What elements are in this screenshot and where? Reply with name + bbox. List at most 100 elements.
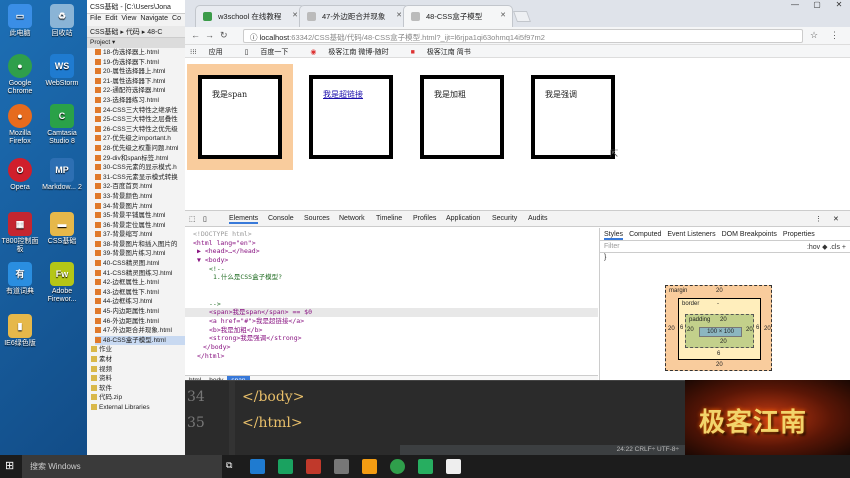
menu-navigate[interactable]: Navigate: [140, 15, 168, 22]
desktop-icon-fireworks[interactable]: Fw Adobe Firewor...: [42, 262, 82, 304]
code-editor[interactable]: 34 </body> 35 </html>: [185, 380, 685, 456]
code-line[interactable]: </html>: [242, 415, 303, 431]
windows-start-icon[interactable]: ⊞: [5, 460, 17, 472]
dom-line-selected[interactable]: <span>我是span</span> == $0: [185, 308, 598, 317]
project-file-item[interactable]: 19-伪选择器下.html: [95, 58, 186, 68]
project-file-item[interactable]: 20-属性选择器上.html: [95, 67, 186, 77]
project-file-item[interactable]: 37-背景缩写.html: [95, 230, 186, 240]
menu-view[interactable]: View: [121, 15, 136, 22]
edge-icon[interactable]: [250, 459, 265, 474]
tab-timeline[interactable]: Timeline: [376, 215, 402, 222]
project-panel-header[interactable]: Project ▾: [87, 38, 186, 48]
project-file-item[interactable]: 39-背景图片练习.html: [95, 249, 186, 259]
tab-styles[interactable]: Styles: [604, 231, 624, 240]
chrome-taskbar-icon[interactable]: [390, 459, 405, 474]
desktop-icon-ie6[interactable]: ▮ IE6绿色版: [0, 314, 40, 348]
close-tab-icon[interactable]: ✕: [500, 11, 506, 19]
project-folder-item[interactable]: 资料: [91, 374, 186, 384]
dom-line[interactable]: <b>我是加粗</b>: [185, 326, 598, 335]
tab-application[interactable]: Application: [446, 215, 480, 222]
dom-line[interactable]: 1.什么是CSS盒子模型?: [185, 273, 598, 282]
project-file-item[interactable]: 47-外边距合并现象.html: [95, 326, 186, 336]
project-file-item[interactable]: 26-CSS三大特性之优先级: [95, 125, 186, 135]
project-file-item[interactable]: 48-CSS盒子模型.html: [95, 335, 186, 346]
project-file-item[interactable]: 33-背景颜色.html: [95, 192, 186, 202]
dom-line[interactable]: </html>: [185, 352, 598, 361]
tab-network[interactable]: Network: [339, 215, 365, 222]
project-file-item[interactable]: 21-属性选择器下.html: [95, 77, 186, 87]
project-folder-item[interactable]: 素材: [91, 355, 186, 365]
tab-security[interactable]: Security: [492, 215, 517, 222]
bookmark-item[interactable]: ▯ 百度一下: [245, 49, 299, 56]
desktop-icon-chrome[interactable]: ● Google Chrome: [0, 54, 40, 96]
desktop-icon-recycle-bin[interactable]: ♻ 回收站: [42, 4, 82, 38]
dom-line[interactable]: ▶ <head>…</head>: [185, 247, 598, 256]
project-file-item[interactable]: 36-背景定位属性.html: [95, 221, 186, 231]
project-folder-item[interactable]: 作业: [91, 345, 186, 355]
project-file-item[interactable]: 38-背景图片和插入图片的: [95, 240, 186, 250]
devtools-menu-icon[interactable]: ⋮: [815, 215, 822, 223]
bookmark-item[interactable]: ◉ 极客江南 微博-随时: [310, 49, 398, 56]
apps-bookmark[interactable]: ⁝⁝⁝ 应用: [190, 49, 233, 56]
bookmark-item[interactable]: ■ 极客江南 简书: [411, 49, 481, 56]
maximize-icon[interactable]: ▢: [806, 0, 828, 9]
project-file-item[interactable]: 40-CSS精灵图.html: [95, 259, 186, 269]
forward-icon[interactable]: →: [205, 30, 214, 40]
photos-icon[interactable]: [334, 459, 349, 474]
desktop-icon-css-folder[interactable]: ▬ CSS基础: [42, 212, 82, 246]
project-file-item[interactable]: 43-边框属性下.html: [95, 288, 186, 298]
tab-elements[interactable]: Elements: [229, 215, 259, 224]
reload-icon[interactable]: ↻: [220, 30, 228, 41]
filter-toggles[interactable]: :hov ◆ .cls +: [807, 243, 846, 251]
tab-audits[interactable]: Audits: [528, 215, 547, 222]
breadcrumb-item[interactable]: 48-C: [147, 29, 162, 36]
menu-file[interactable]: File: [90, 15, 101, 22]
device-toggle-icon[interactable]: ▯: [203, 215, 207, 223]
app-icon[interactable]: [362, 459, 377, 474]
camtasia-recorder-icon[interactable]: [418, 459, 433, 474]
dom-line[interactable]: <html lang="en">: [185, 239, 598, 248]
project-folder-item[interactable]: 软件: [91, 384, 186, 394]
dom-line[interactable]: <!DOCTYPE html>: [185, 230, 598, 239]
browser-tab[interactable]: w3school 在线教程 ✕: [195, 5, 305, 27]
page-link[interactable]: 我是超链接: [323, 90, 363, 99]
tab-event-listeners[interactable]: Event Listeners: [667, 231, 715, 238]
dom-line[interactable]: ▼ <body>: [185, 256, 598, 265]
project-file-item[interactable]: 35-背景平铺属性.html: [95, 211, 186, 221]
bookmark-star-icon[interactable]: ☆: [810, 30, 818, 41]
dom-line[interactable]: <a href="#">我是超链接</a>: [185, 317, 598, 326]
desktop-icon-opera[interactable]: O Opera: [0, 158, 40, 192]
tab-console[interactable]: Console: [268, 215, 294, 222]
tab-sources[interactable]: Sources: [304, 215, 330, 222]
project-file-item[interactable]: 22-通配符选择器.html: [95, 86, 186, 96]
styles-filter-input[interactable]: Filter:hov ◆ .cls +: [600, 241, 850, 253]
desktop-icon-webstorm[interactable]: WS WebStorm: [42, 54, 82, 88]
dom-line[interactable]: <strong>我是强调</strong>: [185, 334, 598, 343]
project-file-item[interactable]: 45-内边距属性.html: [95, 307, 186, 317]
close-tab-icon[interactable]: ✕: [396, 11, 402, 19]
desktop-icon-youdao[interactable]: 有有道词典: [0, 262, 40, 296]
tab-profiles[interactable]: Profiles: [413, 215, 436, 222]
menu-edit[interactable]: Edit: [105, 15, 117, 22]
devtools-close-icon[interactable]: ✕: [833, 215, 839, 223]
app-icon[interactable]: [306, 459, 321, 474]
browser-tab[interactable]: 47-外边距合并现象 ✕: [299, 5, 409, 27]
tab-computed[interactable]: Computed: [629, 231, 661, 238]
url-input[interactable]: ⓘ localhost:63342/CSS基础/代码/48-CSS盒子模型.ht…: [243, 29, 803, 43]
taskbar-search-input[interactable]: 搜索 Windows: [22, 455, 222, 478]
close-tab-icon[interactable]: ✕: [292, 11, 298, 19]
project-file-item[interactable]: 32-百度首页.html: [95, 182, 186, 192]
project-file-item[interactable]: 44-边框练习.html: [95, 297, 186, 307]
project-folder-item[interactable]: 代码.zip: [91, 393, 186, 403]
project-folder-item[interactable]: 视频: [91, 365, 186, 375]
desktop-icon-markdown[interactable]: MP Markdow... 2: [42, 158, 82, 192]
project-file-item[interactable]: 28-优先级之权重问题.html: [95, 144, 186, 154]
page-info-icon[interactable]: ⓘ: [250, 33, 260, 42]
menu-code[interactable]: Co: [172, 15, 181, 22]
new-tab-button[interactable]: [512, 11, 532, 22]
project-file-item[interactable]: 25-CSS三大特性之层叠性: [95, 115, 186, 125]
desktop-icon-camtasia[interactable]: C Camtasia Studio 8: [42, 104, 82, 146]
minimize-icon[interactable]: —: [784, 0, 806, 9]
task-view-icon[interactable]: ⧉: [226, 460, 238, 472]
desktop-icon-control-panel[interactable]: ▦ T800控制面板: [0, 212, 40, 254]
